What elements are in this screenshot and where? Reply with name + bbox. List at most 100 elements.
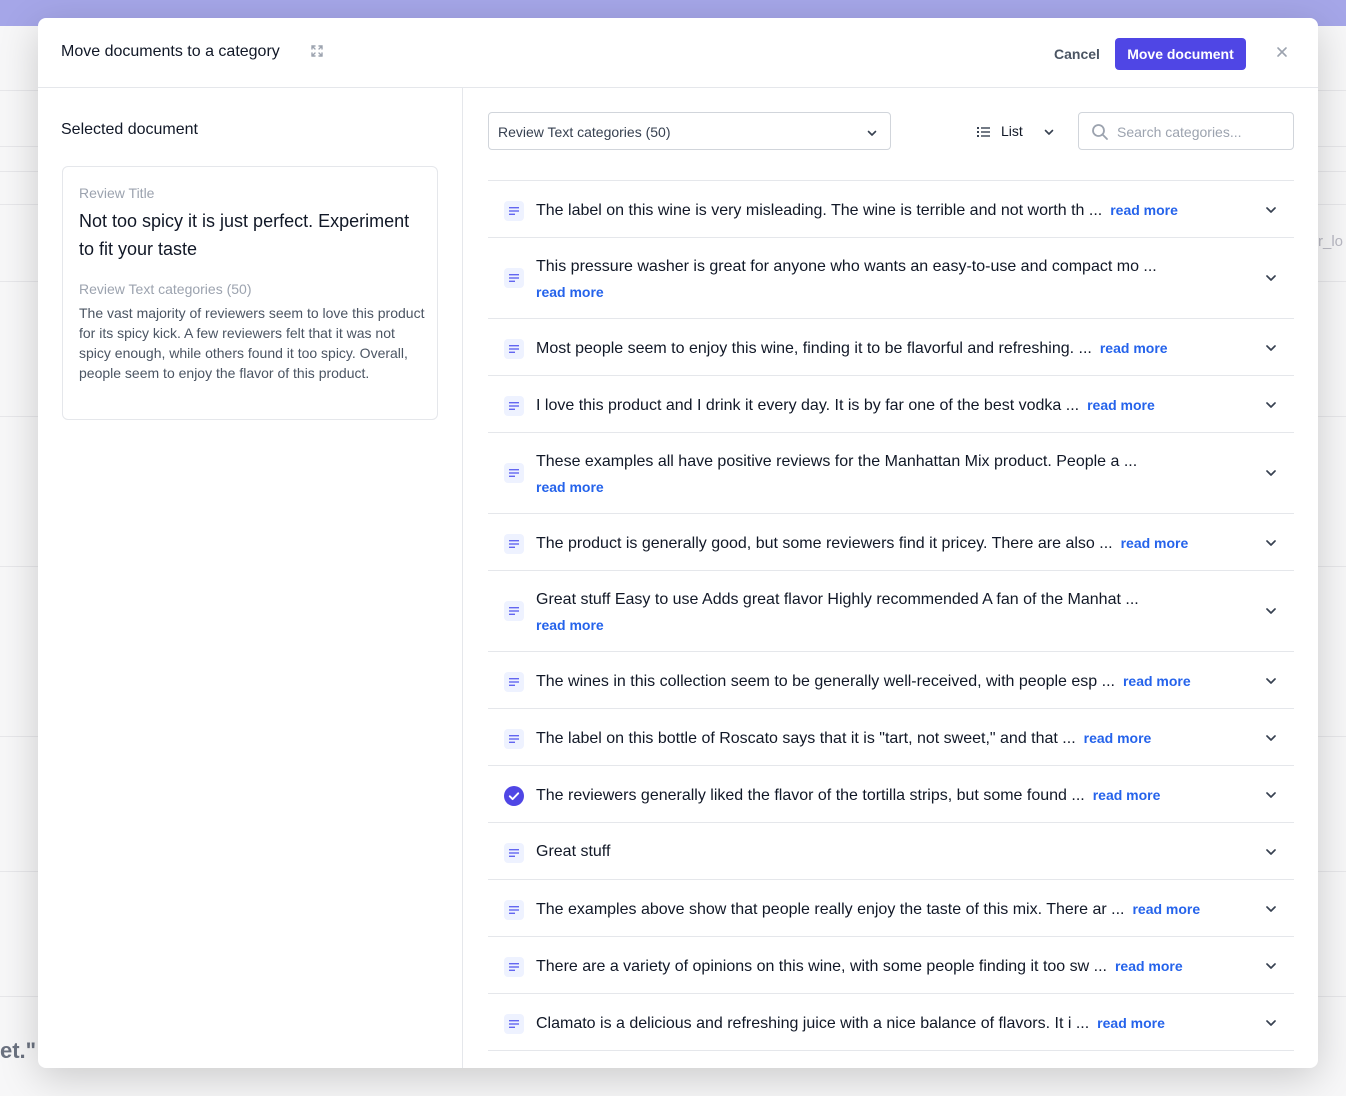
read-more-link[interactable]: read more	[536, 477, 1236, 497]
category-text: Most people seem to enjoy this wine, fin…	[536, 338, 1236, 359]
document-icon	[504, 339, 524, 359]
cancel-button[interactable]: Cancel	[1041, 38, 1113, 70]
chevron-down-icon[interactable]	[1264, 731, 1278, 745]
category-text: This pressure washer is great for anyone…	[536, 257, 1236, 302]
category-summary: This pressure washer is great for anyone…	[536, 258, 1157, 275]
read-more-link[interactable]: read more	[1115, 958, 1183, 974]
category-summary: The product is generally good, but some …	[536, 535, 1113, 552]
chevron-down-icon[interactable]	[1264, 674, 1278, 688]
category-text: The reviewers generally liked the flavor…	[536, 785, 1236, 806]
document-icon	[504, 201, 524, 221]
chevron-down-icon[interactable]	[1264, 271, 1278, 285]
background-text-fragment: et."	[0, 1038, 37, 1063]
category-row[interactable]: The reviewers generally liked the flavor…	[488, 766, 1294, 823]
read-more-link[interactable]: read more	[1100, 340, 1168, 356]
search-input[interactable]	[1117, 121, 1287, 143]
category-select[interactable]: Review Text categories (50)	[488, 112, 891, 150]
category-list-panel: Review Text categories (50) List Search …	[464, 88, 1318, 1068]
category-summary: Great stuff	[536, 843, 611, 860]
category-summary: The wines in this collection seem to be …	[536, 673, 1115, 690]
view-mode-select[interactable]: List	[977, 112, 1057, 150]
category-row[interactable]: Most people seem to enjoy this wine, fin…	[488, 319, 1294, 376]
chevron-down-icon	[1043, 125, 1055, 137]
chevron-down-icon[interactable]	[1264, 845, 1278, 859]
read-more-link[interactable]: read more	[1121, 535, 1189, 551]
category-select-label: Review Text categories (50)	[498, 124, 671, 140]
read-more-link[interactable]: read more	[1123, 673, 1191, 689]
category-row[interactable]: The label on this wine is very misleadin…	[488, 181, 1294, 238]
modal-header: Move documents to a category Cancel Move…	[38, 18, 1318, 88]
category-label: Review Text categories (50)	[79, 281, 252, 297]
category-summary: Great stuff Easy to use Adds great flavo…	[536, 591, 1139, 608]
category-row[interactable]: This pressure washer is great for anyone…	[488, 238, 1294, 319]
read-more-link[interactable]: read more	[1132, 901, 1200, 917]
document-icon	[504, 672, 524, 692]
read-more-link[interactable]: read more	[1087, 397, 1155, 413]
search-icon	[1091, 123, 1109, 141]
chevron-down-icon	[866, 126, 878, 138]
category-summary: I love this product and I drink it every…	[536, 397, 1080, 414]
chevron-down-icon[interactable]	[1264, 1016, 1278, 1030]
category-summary: Most people seem to enjoy this wine, fin…	[536, 340, 1092, 357]
category-summary: Clamato is a delicious and refreshing ju…	[536, 1015, 1090, 1032]
read-more-link[interactable]: read more	[1097, 1015, 1165, 1031]
document-body: The vast majority of reviewers seem to l…	[79, 305, 425, 381]
modal-title: Move documents to a category	[61, 43, 280, 60]
category-row[interactable]: I love this product and I drink it every…	[488, 376, 1294, 433]
check-circle-icon	[504, 786, 524, 806]
read-more-link[interactable]: read more	[536, 282, 1236, 302]
read-more-link[interactable]: read more	[1093, 787, 1161, 803]
review-title-label: Review Title	[79, 185, 155, 201]
category-text: Clamato is a delicious and refreshing ju…	[536, 1013, 1236, 1034]
category-text: The examples above show that people real…	[536, 899, 1236, 920]
close-icon[interactable]	[1274, 44, 1290, 60]
expand-icon[interactable]	[310, 44, 324, 58]
category-row[interactable]: The product is generally good, but some …	[488, 514, 1294, 571]
category-text: The label on this bottle of Roscato says…	[536, 728, 1236, 749]
section-title: Selected document	[61, 121, 198, 138]
category-summary: The examples above show that people real…	[536, 901, 1125, 918]
chevron-down-icon[interactable]	[1264, 536, 1278, 550]
document-icon	[504, 601, 524, 621]
chevron-down-icon[interactable]	[1264, 203, 1278, 217]
move-documents-modal: Move documents to a category Cancel Move…	[38, 18, 1318, 1068]
category-summary: There are a variety of opinions on this …	[536, 958, 1107, 975]
chevron-down-icon[interactable]	[1264, 959, 1278, 973]
chevron-down-icon[interactable]	[1264, 398, 1278, 412]
view-mode-label: List	[1001, 123, 1023, 139]
chevron-down-icon[interactable]	[1264, 466, 1278, 480]
category-row[interactable]: The wines in this collection seem to be …	[488, 652, 1294, 709]
category-text: The label on this wine is very misleadin…	[536, 200, 1236, 221]
selected-document-panel: Selected document Review Title Not too s…	[38, 88, 463, 1068]
document-icon	[504, 843, 524, 863]
document-icon	[504, 463, 524, 483]
category-text: I love this product and I drink it every…	[536, 395, 1236, 416]
category-row[interactable]: There are a variety of opinions on this …	[488, 937, 1294, 994]
category-row[interactable]: The examples above show that people real…	[488, 880, 1294, 937]
read-more-link[interactable]: read more	[1084, 730, 1152, 746]
category-row[interactable]: Great stuff	[488, 823, 1294, 880]
move-document-button[interactable]: Move document	[1115, 38, 1246, 70]
chevron-down-icon[interactable]	[1264, 902, 1278, 916]
chevron-down-icon[interactable]	[1264, 604, 1278, 618]
category-list: The label on this wine is very misleadin…	[488, 180, 1294, 1051]
background-text-fragment: r_lo	[1318, 233, 1344, 250]
category-text: Great stuff Easy to use Adds great flavo…	[536, 590, 1236, 635]
document-title: Not too spicy it is just perfect. Experi…	[79, 211, 410, 259]
category-text: The product is generally good, but some …	[536, 533, 1236, 554]
category-row[interactable]: The label on this bottle of Roscato says…	[488, 709, 1294, 766]
category-text: The wines in this collection seem to be …	[536, 671, 1236, 692]
category-text: Great stuff	[536, 842, 1236, 862]
read-more-link[interactable]: read more	[536, 615, 1236, 635]
document-icon	[504, 268, 524, 288]
search-box	[1078, 112, 1294, 150]
category-text: There are a variety of opinions on this …	[536, 956, 1236, 977]
chevron-down-icon[interactable]	[1264, 341, 1278, 355]
category-row[interactable]: These examples all have positive reviews…	[488, 433, 1294, 514]
document-icon	[504, 1014, 524, 1034]
category-row[interactable]: Clamato is a delicious and refreshing ju…	[488, 994, 1294, 1051]
chevron-down-icon[interactable]	[1264, 788, 1278, 802]
read-more-link[interactable]: read more	[1110, 202, 1178, 218]
category-text: These examples all have positive reviews…	[536, 452, 1236, 497]
category-row[interactable]: Great stuff Easy to use Adds great flavo…	[488, 571, 1294, 652]
